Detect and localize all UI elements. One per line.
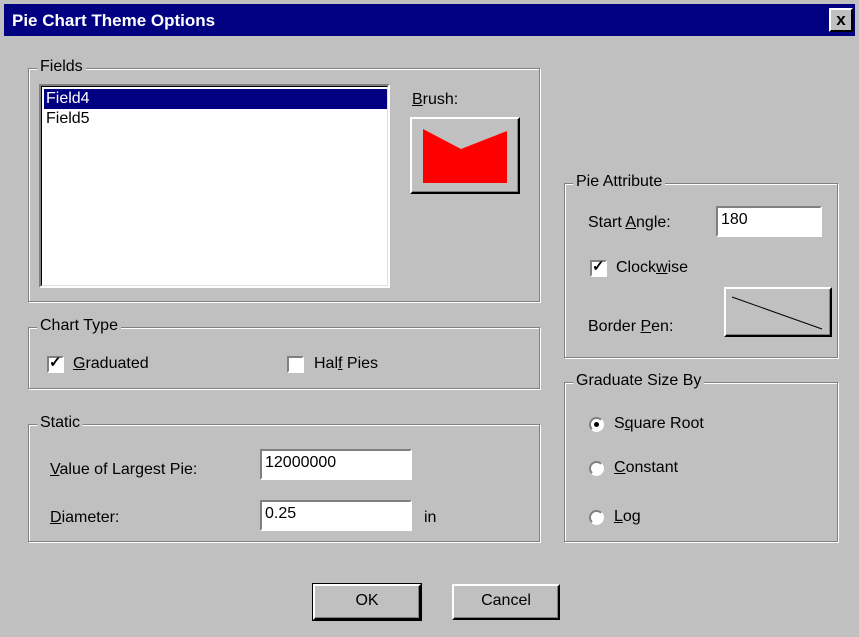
brush-label: Brush:: [412, 91, 459, 108]
largest-pie-input[interactable]: 12000000: [260, 449, 412, 480]
log-label: Log: [614, 508, 641, 525]
log-radio[interactable]: [589, 510, 604, 525]
ok-button[interactable]: OK: [312, 583, 422, 621]
pie-chart-theme-dialog: Pie Chart Theme Options x Fields Field4 …: [0, 0, 859, 637]
diameter-label: Diameter:: [50, 509, 120, 526]
constant-label: Constant: [614, 459, 679, 476]
cancel-label: Cancel: [481, 592, 531, 609]
clockwise-checkbox[interactable]: ✓: [590, 258, 607, 277]
radio-dot-icon: [594, 422, 599, 427]
diameter-unit: in: [424, 509, 437, 526]
list-item-label: Field5: [46, 110, 90, 127]
pen-line-icon: [731, 296, 823, 330]
graduated-checkbox[interactable]: ✓: [47, 354, 64, 373]
half-pies-label: Half Pies: [314, 355, 379, 372]
pie-attribute-legend: Pie Attribute: [573, 173, 666, 191]
static-legend: Static: [37, 414, 84, 432]
fields-listbox[interactable]: Field4 Field5: [39, 84, 390, 288]
list-item-field4[interactable]: Field4: [44, 89, 388, 109]
start-angle-label: Start Angle:: [588, 214, 671, 231]
dialog-title: Pie Chart Theme Options: [12, 11, 216, 30]
largest-pie-label: Value of Largest Pie:: [50, 461, 198, 478]
ok-label: OK: [355, 592, 379, 609]
border-pen-button[interactable]: [724, 287, 832, 337]
graduate-size-legend: Graduate Size By: [573, 372, 705, 390]
border-pen-label: Border Pen:: [588, 318, 674, 335]
title-bar[interactable]: Pie Chart Theme Options x: [4, 4, 855, 36]
list-item-field5[interactable]: Field5: [44, 109, 388, 129]
chart-type-legend: Chart Type: [37, 317, 121, 335]
graduate-size-group: Graduate Size By: [564, 372, 838, 542]
graduated-label: Graduated: [73, 355, 149, 372]
close-glyph: x: [836, 10, 846, 29]
brush-button[interactable]: [410, 117, 520, 194]
close-icon[interactable]: x: [829, 8, 853, 32]
check-icon: ✓: [49, 354, 62, 371]
cancel-button[interactable]: Cancel: [452, 584, 560, 620]
square-root-radio[interactable]: [589, 417, 604, 432]
list-item-label: Field4: [46, 90, 90, 107]
fields-legend: Fields: [37, 58, 86, 76]
constant-radio[interactable]: [589, 461, 604, 476]
brush-swatch-icon: [423, 129, 507, 183]
diameter-input[interactable]: 0.25: [260, 500, 412, 531]
square-root-label: Square Root: [614, 415, 704, 432]
start-angle-input[interactable]: 180: [716, 206, 822, 237]
half-pies-checkbox[interactable]: [287, 356, 304, 373]
clockwise-label: Clockwise: [616, 259, 689, 276]
check-icon: ✓: [592, 258, 605, 275]
